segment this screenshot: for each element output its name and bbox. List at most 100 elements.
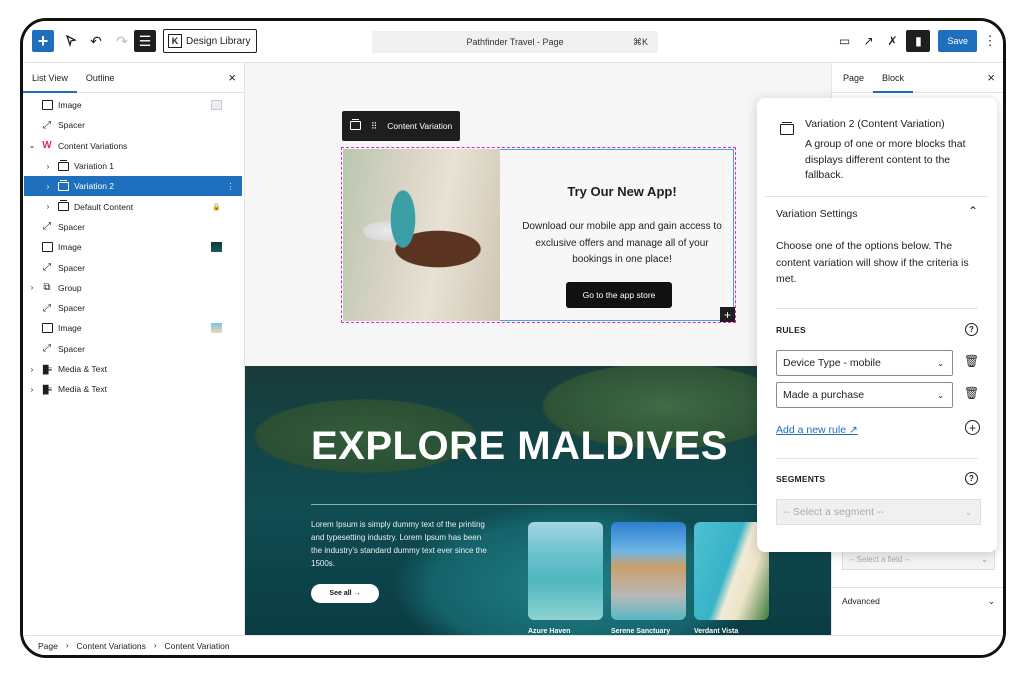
chevron-right-icon[interactable]: ›: [43, 182, 53, 191]
close-settings-button[interactable]: ×: [987, 70, 995, 85]
view-page-button[interactable]: ↗: [856, 30, 880, 52]
chevron-down-icon: ⌄: [937, 358, 944, 368]
undo-button[interactable]: ↶: [85, 30, 107, 52]
segments-help-button[interactable]: ?: [965, 472, 978, 485]
block-toolbar-label: Content Variation: [387, 121, 453, 131]
trash-icon: 🗑: [964, 354, 980, 368]
person-holding-phone-image[interactable]: [343, 149, 500, 321]
save-button[interactable]: Save: [938, 30, 977, 52]
block-type-button[interactable]: [350, 118, 361, 132]
list-item-label: Spacer: [58, 120, 85, 131]
list-item[interactable]: Image: [24, 237, 242, 257]
list-item[interactable]: › Variation 1: [24, 156, 242, 176]
spacer-icon: ⤢: [43, 119, 51, 131]
variation-settings-heading[interactable]: Variation Settings: [776, 208, 858, 220]
advanced-panel-toggle[interactable]: Advanced ⌄: [842, 596, 995, 606]
breadcrumb-content-variations[interactable]: Content Variations: [77, 641, 146, 651]
app-store-button[interactable]: Go to the app store: [566, 282, 672, 308]
maldives-hero-section[interactable]: EXPLORE MALDIVES Lorem Ipsum is simply d…: [245, 366, 831, 635]
rules-label: RULES: [776, 325, 806, 335]
field-select-placeholder: -- Select a field --: [849, 554, 910, 564]
media-text-icon: █≡: [42, 384, 52, 394]
list-item[interactable]: ⤢ Spacer: [24, 115, 242, 135]
rule-select[interactable]: Device Type - mobile ⌄: [776, 350, 953, 376]
command-palette-bar[interactable]: Pathfinder Travel - Page ⌘K: [372, 31, 658, 53]
preview-button[interactable]: ▭: [832, 30, 856, 52]
list-item[interactable]: ⤢ Spacer: [24, 339, 242, 359]
image-thumbnail: [211, 242, 222, 253]
tab-list-view[interactable]: List View: [23, 63, 77, 93]
divider: [776, 308, 978, 309]
content-variation-block[interactable]: Try Our New App! Download our mobile app…: [341, 147, 736, 323]
list-item[interactable]: ⌄ W Content Variations: [24, 136, 242, 156]
destination-card-image[interactable]: [528, 522, 603, 620]
image-thumbnail: [211, 100, 222, 111]
lock-icon: 🔒: [212, 203, 221, 211]
external-link-icon: ↗: [863, 34, 874, 48]
add-block-inline-button[interactable]: +: [720, 307, 735, 322]
hero-divider: [311, 504, 831, 505]
tab-outline[interactable]: Outline: [77, 63, 124, 93]
add-rule-button[interactable]: +: [965, 420, 980, 435]
rule-select-value: Made a purchase: [783, 389, 865, 401]
delete-rule-button[interactable]: 🗑: [964, 386, 979, 400]
tab-block[interactable]: Block: [873, 63, 914, 93]
list-item[interactable]: › Variation 2 ⋮: [24, 176, 242, 197]
media-text-icon: █≡: [42, 364, 52, 374]
image-icon: [41, 322, 53, 334]
list-item[interactable]: ⤢ Spacer: [24, 257, 242, 277]
list-item[interactable]: ⤢ Spacer: [24, 217, 242, 237]
block-toolbar: ⠿ Content Variation: [342, 111, 461, 141]
rule-select[interactable]: Made a purchase ⌄: [776, 382, 953, 408]
delete-rule-button[interactable]: 🗑: [964, 354, 980, 368]
plus-icon: +: [37, 30, 49, 51]
add-block-button[interactable]: +: [32, 30, 54, 52]
options-button[interactable]: ⋮: [983, 30, 997, 52]
list-item[interactable]: Image: [24, 95, 242, 115]
list-item[interactable]: › Default Content 🔒: [24, 196, 242, 216]
add-new-rule-link[interactable]: Add a new rule ↗: [776, 424, 858, 436]
rules-help-button[interactable]: ?: [965, 323, 978, 336]
settings-toggle-button[interactable]: ▮: [906, 30, 931, 52]
chevron-right-icon[interactable]: ›: [27, 283, 37, 292]
editor-canvas[interactable]: ⠿ Content Variation Try Our New App! Dow…: [245, 63, 831, 635]
hero-heading[interactable]: EXPLORE MALDIVES: [311, 424, 728, 469]
top-toolbar: + ↶ ↷ ☰ K Design Library Pathfinder Trav…: [23, 21, 1003, 63]
chevron-right-icon[interactable]: ›: [43, 202, 53, 211]
document-overview-button[interactable]: ☰: [134, 30, 156, 52]
variation-paragraph[interactable]: Download our mobile app and gain access …: [517, 219, 727, 269]
list-item[interactable]: › ⧉ Group: [24, 278, 242, 298]
see-all-button[interactable]: See all →: [311, 584, 379, 603]
more-vertical-icon: ⋮: [983, 33, 997, 48]
chevron-up-icon: ⌃: [967, 204, 978, 218]
close-list-view-button[interactable]: ×: [228, 70, 236, 85]
list-item[interactable]: › █≡ Media & Text: [24, 359, 242, 379]
breadcrumb-page[interactable]: Page: [38, 641, 58, 651]
segment-select[interactable]: -- Select a segment -- ⌄: [776, 499, 981, 525]
design-library-logo-icon: K: [168, 34, 182, 48]
design-library-button[interactable]: K Design Library: [163, 29, 258, 53]
list-item-label: Group: [58, 282, 82, 293]
list-view-icon: ☰: [138, 32, 152, 49]
list-item[interactable]: Image: [24, 318, 242, 338]
list-item-label: Image: [58, 100, 82, 111]
block-options-icon[interactable]: ⋮: [225, 181, 236, 191]
block-breadcrumb: Page › Content Variations › Content Vari…: [23, 635, 1003, 655]
breadcrumb-content-variation[interactable]: Content Variation: [165, 641, 230, 651]
plugin-icon: ✗: [887, 34, 898, 48]
chevron-right-icon[interactable]: ›: [27, 365, 37, 374]
tab-page[interactable]: Page: [834, 63, 873, 93]
chevron-right-icon[interactable]: ›: [43, 162, 53, 171]
plugin-button[interactable]: ✗: [880, 30, 904, 52]
list-item[interactable]: › █≡ Media & Text: [24, 379, 242, 399]
select-tool-button[interactable]: [60, 30, 82, 52]
drag-handle-icon[interactable]: ⠿: [371, 121, 377, 132]
redo-button[interactable]: ↷: [111, 30, 133, 52]
list-item[interactable]: ⤢ Spacer: [24, 298, 242, 318]
hero-paragraph[interactable]: Lorem Ipsum is simply dummy text of the …: [311, 518, 491, 570]
collapse-panel-button[interactable]: ⌃: [968, 204, 978, 218]
destination-card-image[interactable]: [611, 522, 686, 620]
chevron-down-icon[interactable]: ⌄: [27, 141, 37, 150]
chevron-right-icon[interactable]: ›: [27, 385, 37, 394]
variation-heading[interactable]: Try Our New App!: [522, 184, 722, 199]
